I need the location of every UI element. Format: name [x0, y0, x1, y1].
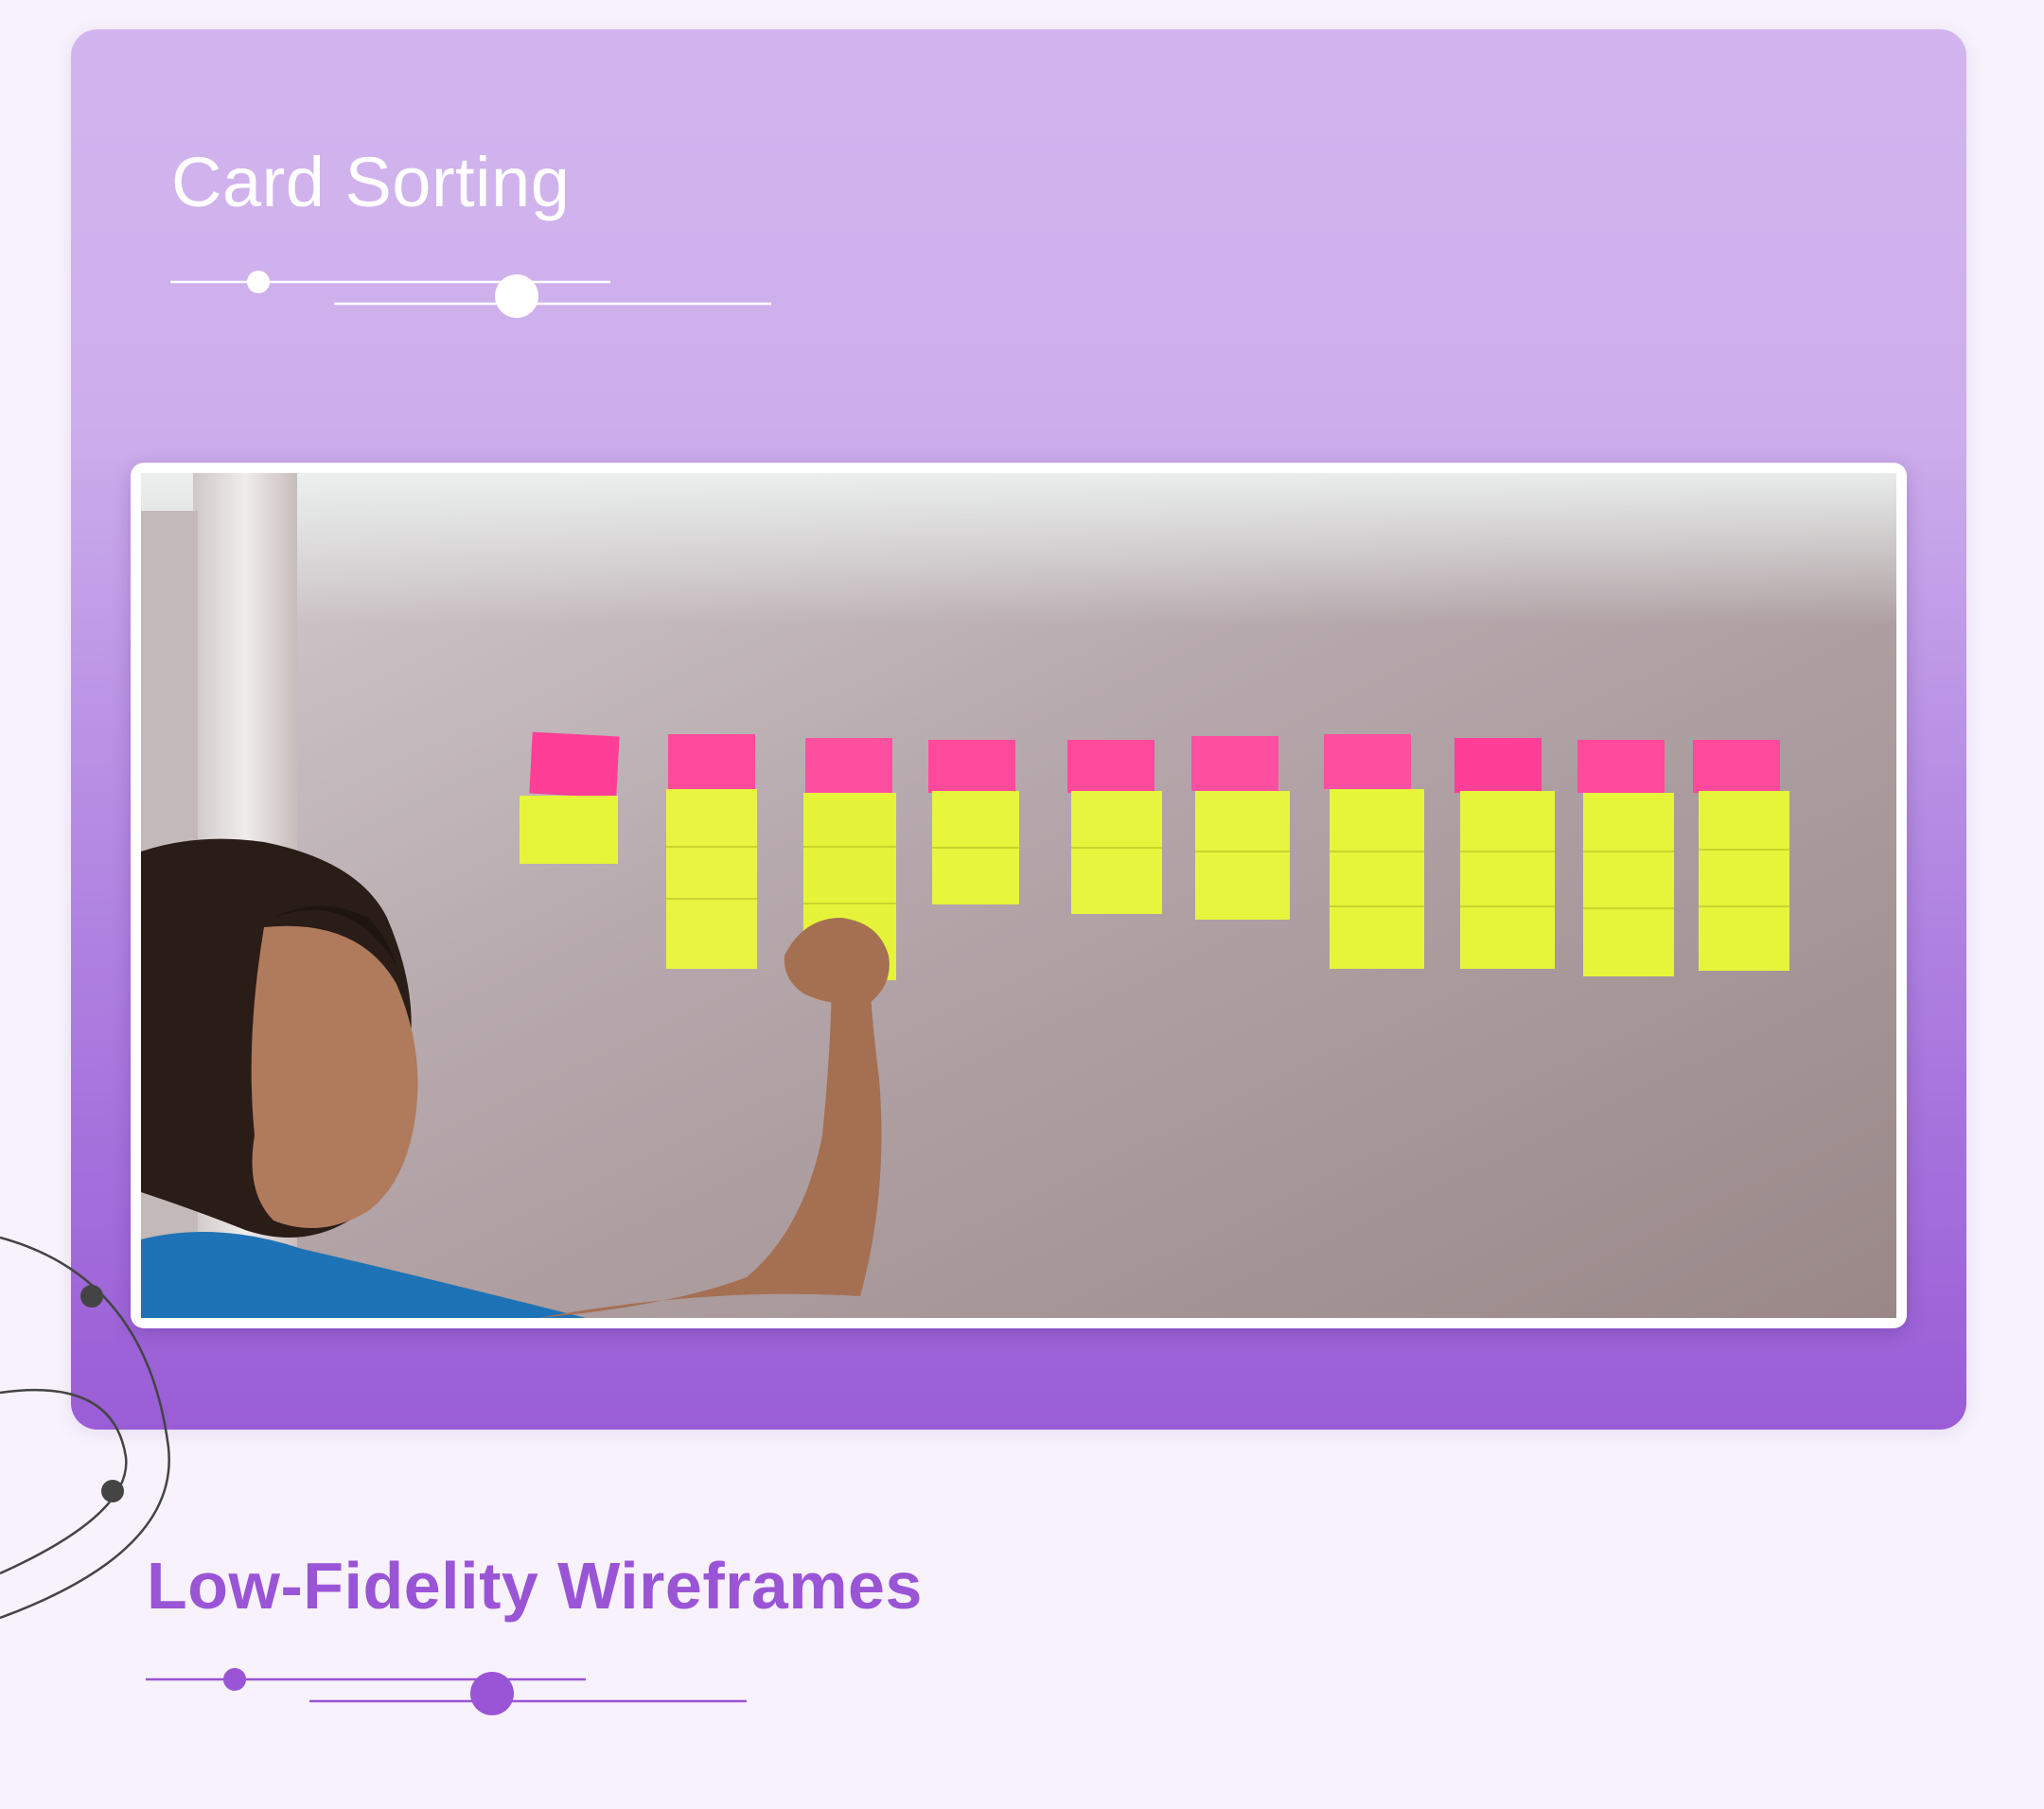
- slider-deco-icon: [146, 1668, 747, 1715]
- card-sorting-title: Card Sorting: [171, 143, 571, 221]
- card-sorting-photo: [131, 463, 1907, 1328]
- photo-image: [141, 473, 1896, 1318]
- orbit-deco-icon: [0, 1236, 170, 1620]
- slider-deco-icon: [170, 271, 771, 318]
- wireframes-title: Low-Fidelity Wireframes: [147, 1549, 923, 1623]
